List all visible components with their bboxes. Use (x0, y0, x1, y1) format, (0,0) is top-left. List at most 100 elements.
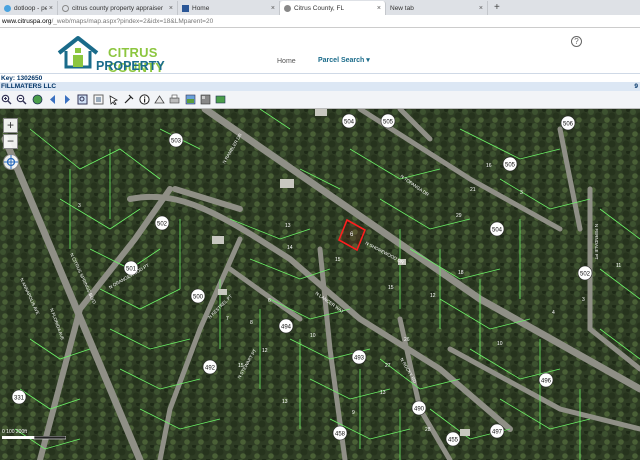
export-tool[interactable] (215, 94, 226, 105)
lot-label: 4 (552, 310, 555, 316)
print-tool[interactable] (169, 94, 180, 105)
svg-text:455: 455 (448, 437, 459, 443)
svg-text:505: 505 (383, 119, 394, 125)
map-toolbar (0, 91, 640, 109)
locate-icon[interactable] (3, 154, 19, 170)
zoom-in-tool[interactable] (1, 94, 12, 105)
close-icon[interactable]: × (271, 5, 275, 12)
svg-text:504: 504 (344, 119, 355, 125)
block-label: 458 (332, 425, 348, 441)
map-zoom-in-button[interactable]: + (3, 118, 18, 133)
lot-label: 16 (486, 163, 492, 169)
svg-text:505: 505 (505, 162, 516, 168)
lot-label: 8 (250, 320, 253, 326)
lot-label: 13 (282, 399, 288, 405)
parcel-map[interactable]: 6 504 505 506 503 505 504 502 501 500 494 493 492 33… (0, 109, 640, 460)
block-label: 502 (154, 215, 170, 231)
tab-dotloop[interactable]: dotloop - peoplework, not paper × (0, 1, 58, 15)
block-label: 500 (190, 288, 206, 304)
search-icon (62, 4, 69, 12)
forward-tool[interactable] (62, 94, 73, 105)
close-icon[interactable]: × (377, 5, 381, 12)
svg-text:494: 494 (281, 324, 292, 330)
dotloop-icon (4, 4, 11, 12)
select-parcel-tool[interactable] (93, 94, 104, 105)
svg-text:458: 458 (335, 431, 346, 437)
svg-text:503: 503 (171, 138, 182, 144)
pan-tool[interactable] (108, 94, 119, 105)
lot-label: 7 (226, 316, 229, 322)
svg-text:502: 502 (580, 271, 591, 277)
tab-label: New tab (390, 4, 414, 12)
owner-name: FILLMATERS LLC (1, 83, 57, 90)
block-label: 493 (351, 349, 367, 365)
globe-icon (284, 4, 291, 12)
block-label: 503 (168, 132, 184, 148)
map-scale-bar: 0 100 200ft (2, 429, 66, 443)
address-domain: www.citruspa.org (2, 18, 52, 25)
lot-label: 3 (582, 297, 585, 303)
lot-label: 15 (238, 363, 244, 369)
lot-label: 12 (262, 348, 268, 354)
zoom-out-tool[interactable] (16, 94, 27, 105)
home-site-icon (182, 4, 189, 12)
lot-label: 10 (310, 333, 316, 339)
logo[interactable]: CITRUS COUNTY PROPERTY APPRAISER (56, 33, 216, 87)
identify-point-tool[interactable] (123, 94, 134, 105)
address-bar[interactable]: www.citruspa.org/_web/maps/map.aspx?pind… (0, 15, 640, 28)
svg-text:490: 490 (414, 406, 425, 412)
browser-tab-strip: dotloop - peoplework, not paper × citrus… (0, 0, 640, 15)
lot-label: 12 (430, 293, 436, 299)
layers-tool[interactable] (185, 94, 196, 105)
tab-label: Home (192, 4, 210, 12)
svg-text:502: 502 (157, 221, 168, 227)
close-icon[interactable]: × (479, 5, 483, 12)
svg-text:331: 331 (14, 395, 25, 401)
tab-search[interactable]: citrus county property appraiser × (58, 1, 178, 15)
tab-home[interactable]: Home × (178, 1, 280, 15)
nav-parcel-search[interactable]: Parcel Search ▾ (318, 56, 370, 64)
owner-name-row: FILLMATERS LLC 9 (0, 82, 640, 91)
svg-text:506: 506 (563, 121, 574, 127)
close-icon[interactable]: × (49, 5, 53, 12)
block-label: 504 (341, 113, 357, 129)
back-tool[interactable] (47, 94, 58, 105)
tab-label: Citrus County, FL (294, 4, 345, 12)
parcel-key: Key: 1302650 (0, 73, 640, 82)
help-icon[interactable]: ? (571, 36, 582, 47)
lot-label: 3 (520, 190, 523, 196)
close-icon[interactable]: × (169, 5, 173, 12)
address-path: /_web/maps/map.aspx?pindex=2&idx=18&LMpa… (51, 18, 214, 25)
aerial-tool[interactable] (200, 94, 211, 105)
nav-home[interactable]: Home (277, 58, 296, 65)
map-canvas[interactable]: 6 504 505 50650350550450250150049449349233… (0, 109, 640, 460)
svg-text:493: 493 (354, 355, 365, 361)
tab-label: dotloop - peoplework, not paper (14, 4, 47, 12)
block-label: 506 (560, 115, 576, 131)
site-header: CITRUS COUNTY PROPERTY APPRAISER Home Pa… (0, 28, 640, 87)
zoom-box-tool[interactable] (77, 94, 88, 105)
block-label: 496 (538, 372, 554, 388)
block-label: 504 (489, 221, 505, 237)
block-label: 494 (278, 318, 294, 334)
tab-label: citrus county property appraiser (72, 4, 164, 12)
lot-label: 15 (388, 285, 394, 291)
info-tool[interactable] (139, 94, 150, 105)
map-zoom-out-button[interactable]: − (3, 134, 18, 149)
svg-text:492: 492 (205, 365, 216, 371)
lot-label: 6 (268, 298, 271, 304)
tab-citrus-county[interactable]: Citrus County, FL × (280, 1, 386, 15)
block-label: 505 (502, 156, 518, 172)
lot-label: 13 (380, 390, 386, 396)
scale-label: 0 100 200ft (2, 429, 28, 435)
lot-label: 15 (335, 257, 341, 263)
block-label: 502 (577, 265, 593, 281)
block-label: 505 (380, 113, 396, 129)
new-tab-button[interactable]: + (488, 1, 506, 15)
block-label: 490 (411, 400, 427, 416)
tab-new-tab[interactable]: New tab × (386, 1, 488, 15)
svg-text:500: 500 (193, 294, 204, 300)
measure-tool[interactable] (154, 94, 165, 105)
block-label: 331 (11, 389, 27, 405)
full-extent-tool[interactable] (32, 94, 43, 105)
